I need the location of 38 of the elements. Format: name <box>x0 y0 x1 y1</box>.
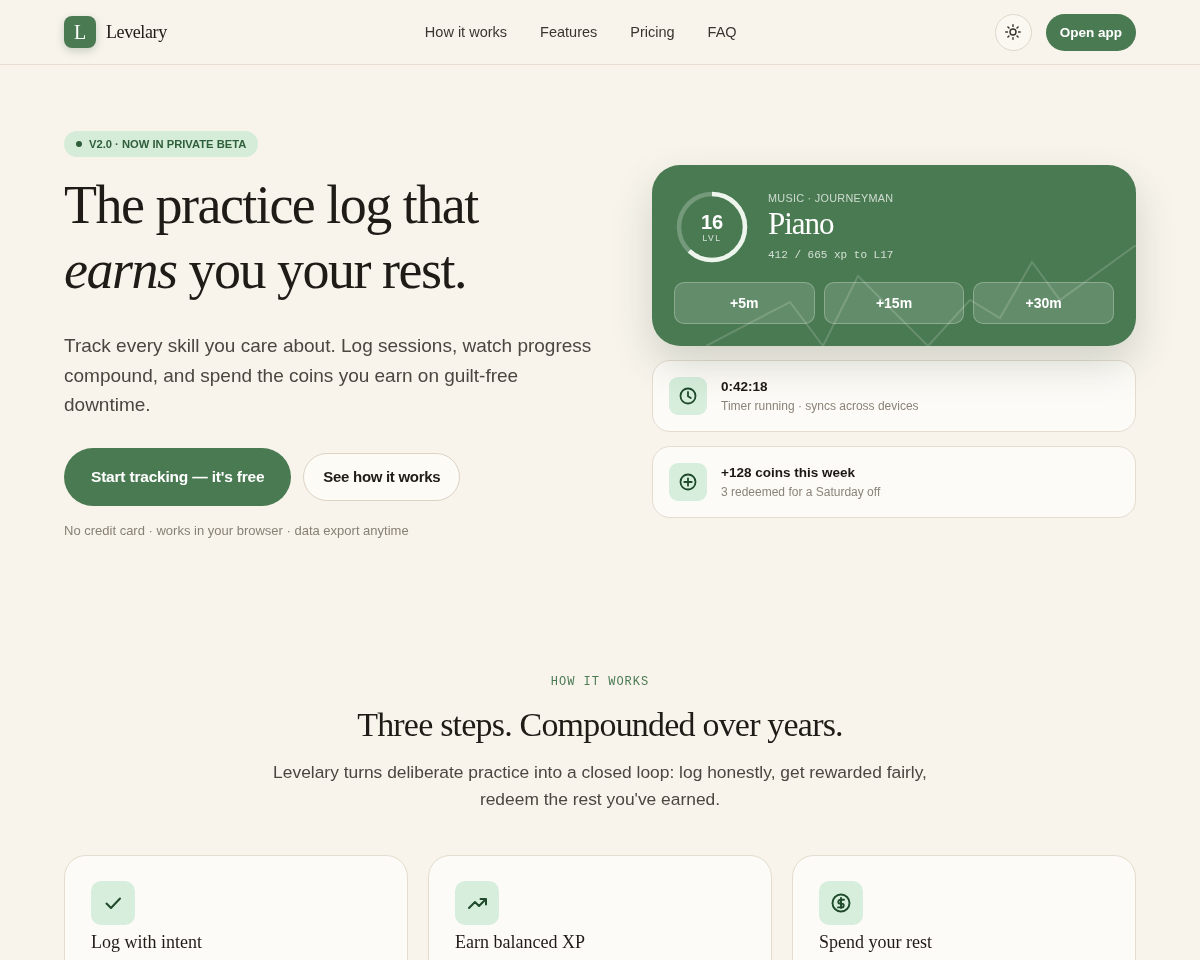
step-title: Earn balanced XP <box>455 931 585 953</box>
hero-headline: The practice log that earns you your rest. <box>64 174 480 302</box>
hero-description: Track every skill you care about. Log sessions, watch progress compound, and spend the coins you earn on guilt-free downtime. <box>64 334 593 417</box>
hero-note: No credit card · works in your browser · data export anytime <box>64 522 409 538</box>
sun-icon <box>1005 24 1022 40</box>
add-time-button[interactable]: +30m <box>973 281 1114 324</box>
level-number: 16 <box>700 210 724 233</box>
section-eyebrow: HOW IT WORKS <box>550 674 650 689</box>
dot-icon <box>76 141 82 147</box>
theme-toggle-button[interactable] <box>994 13 1032 51</box>
section-title: Three steps. Compounded over years. <box>357 704 843 745</box>
badge-text: V2.0 · NOW IN PRIVATE BETA <box>89 138 247 150</box>
skill-name: Piano <box>768 206 834 243</box>
nav-link[interactable]: Pricing <box>630 24 675 40</box>
skill-category: MUSIC · JOURNEYMAN <box>768 192 894 205</box>
step-title: Spend your rest <box>819 931 932 953</box>
open-app-button[interactable]: Open app <box>1045 13 1136 51</box>
section-intro: Levelary turns deliberate practice into a closed loop: log honestly, get rewarded fairly, redeem the rest you've earned. <box>272 760 928 811</box>
nav-link[interactable]: Features <box>540 24 598 40</box>
see-how-button[interactable]: See how it works <box>303 452 461 501</box>
level-label: LVL <box>702 232 722 243</box>
nav-link[interactable]: How it works <box>424 24 508 40</box>
clock-icon <box>669 376 707 415</box>
logo-name[interactable]: Levelary <box>106 21 167 43</box>
xp-progress-text: 412 / 665 xp to L17 <box>768 249 894 262</box>
trend-up-icon <box>455 880 499 925</box>
status-subtitle: Timer running · syncs across devices <box>721 398 919 413</box>
logo-mark[interactable]: L <box>64 16 96 48</box>
coin-icon <box>819 880 863 925</box>
add-time-button[interactable]: +5m <box>674 281 815 324</box>
status-subtitle: 3 redeemed for a Saturday off <box>721 484 881 499</box>
status-title: 0:42:18 <box>721 378 768 394</box>
step-title: Log with intent <box>91 931 202 953</box>
nav-link[interactable]: FAQ <box>707 24 737 40</box>
status-title: +128 coins this week <box>721 464 855 480</box>
start-tracking-button[interactable]: Start tracking — it's free <box>64 447 292 506</box>
add-time-button[interactable]: +15m <box>823 281 965 324</box>
checkmark-icon <box>91 880 135 925</box>
